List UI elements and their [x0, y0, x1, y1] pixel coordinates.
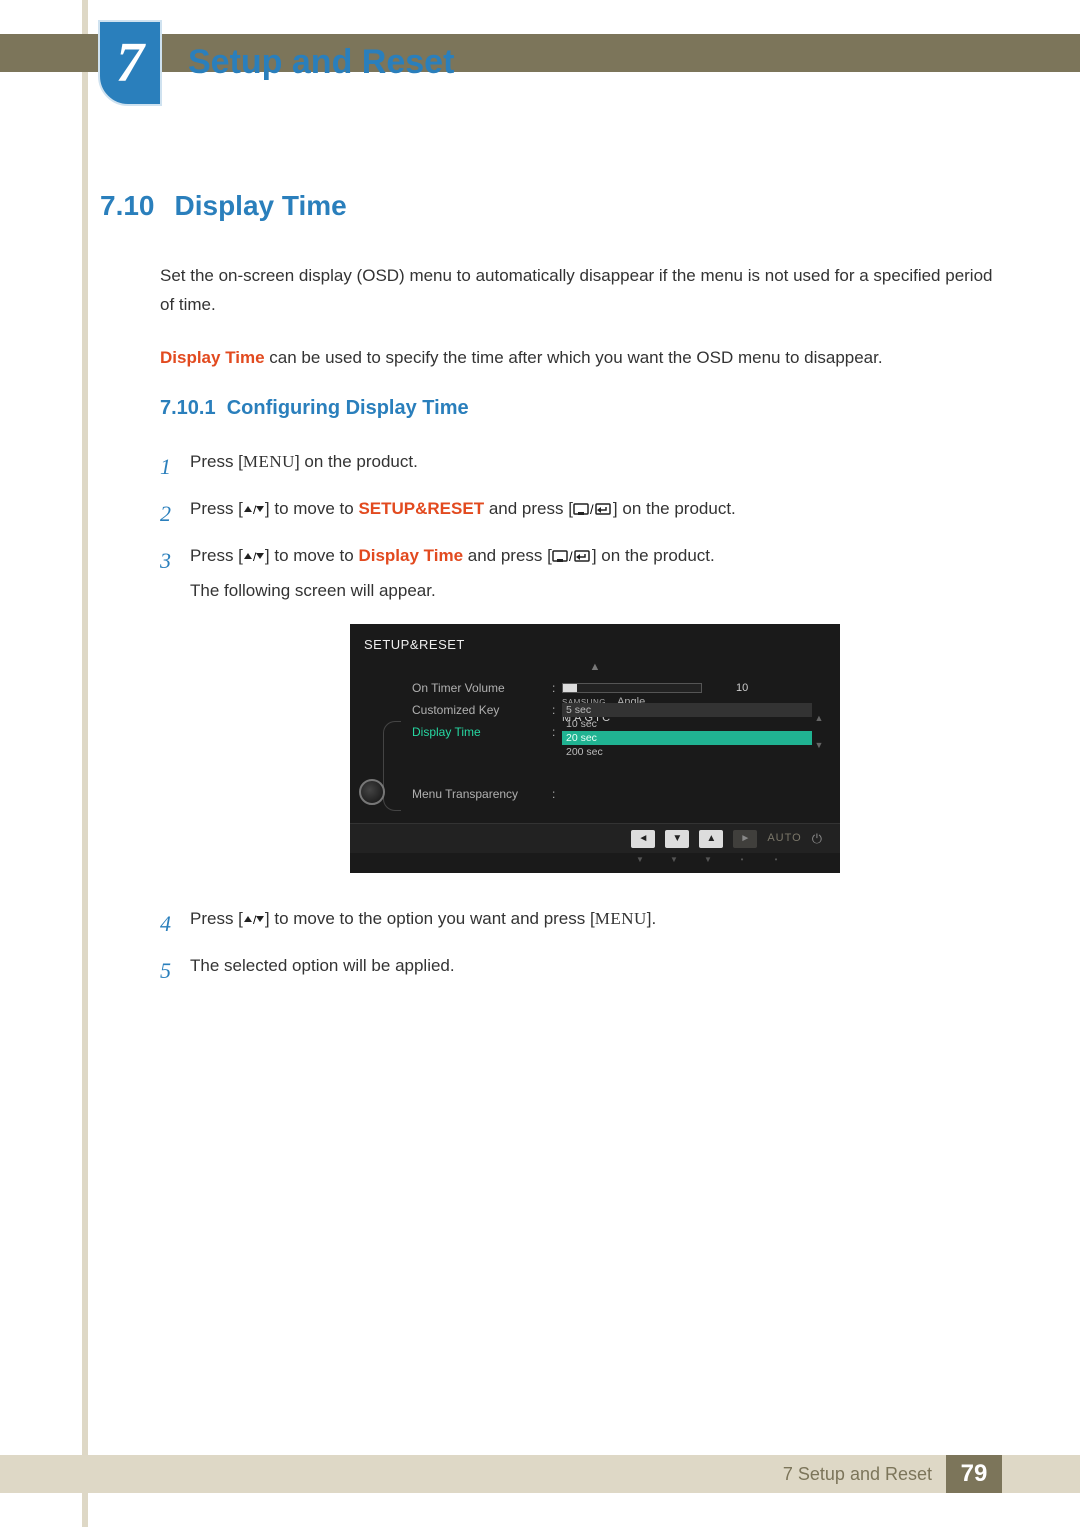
step-4: 4 Press [/] to move to the option you wa… — [160, 905, 1000, 942]
osd-option-selected: 20 sec — [562, 731, 812, 745]
svg-text:/: / — [590, 502, 594, 517]
step-2: 2 Press [/] to move to SETUP&RESET and p… — [160, 495, 1000, 532]
footer-page-number: 79 — [946, 1455, 1002, 1493]
source-enter-icon: / — [552, 548, 592, 564]
chapter-title: Setup and Reset — [188, 43, 454, 82]
osd-option: 200 sec — [562, 745, 812, 759]
nav-right-icon: ► — [733, 830, 757, 848]
osd-row-menu-transparency: Menu Transparency : — [412, 783, 826, 805]
osd-row-display-time: Display Time : 5 sec 10 sec 20 sec 200 — [412, 721, 826, 743]
osd-option: 5 sec — [562, 703, 812, 717]
osd-option: 10 sec — [562, 717, 812, 731]
step-text: Press [/] to move to SETUP&RESET and pre… — [190, 495, 1000, 524]
menu-button-label: MENU — [595, 909, 647, 928]
nav-left-icon: ◄ — [631, 830, 655, 848]
up-down-icon: / — [243, 503, 265, 517]
step-num: 3 — [160, 542, 190, 579]
step-num: 4 — [160, 905, 190, 942]
step-text: Press [/] to move to Display Time and pr… — [190, 542, 1000, 894]
keyword-displaytime: Display Time — [358, 546, 463, 565]
up-down-icon: / — [243, 913, 265, 927]
subsection-heading: 7.10.1 Configuring Display Time — [160, 397, 1000, 420]
chapter-number: 7 — [116, 35, 144, 91]
osd-dial — [364, 677, 406, 805]
footer-chapter-label: 7 Setup and Reset — [783, 1464, 932, 1485]
osd-scroll-up-icon: ▲ — [350, 662, 840, 673]
power-icon: ⏻ — [812, 828, 822, 850]
section-heading: 7.10 Display Time — [100, 190, 1000, 222]
nav-down-icon: ▼ — [665, 830, 689, 848]
step-3: 3 Press [/] to move to Display Time and … — [160, 542, 1000, 894]
keyword-display-time: Display Time — [160, 348, 265, 367]
subsection-title-text: Configuring Display Time — [227, 397, 469, 419]
step-num: 2 — [160, 495, 190, 532]
step-num: 1 — [160, 448, 190, 485]
step-text: Press [/] to move to the option you want… — [190, 905, 1000, 934]
step-num: 5 — [160, 952, 190, 989]
steps-list: 1 Press [MENU] on the product. 2 Press [… — [160, 448, 1000, 990]
osd-title: SETUP&RESET — [350, 624, 840, 662]
keyword-setupreset: SETUP&RESET — [358, 499, 484, 518]
left-accent-bar — [82, 0, 88, 1527]
step-1: 1 Press [MENU] on the product. — [160, 448, 1000, 485]
footer-bar: 7 Setup and Reset 79 — [0, 1455, 1080, 1493]
menu-button-label: MENU — [243, 452, 295, 471]
chapter-badge: 7 — [98, 20, 162, 106]
subsection-number: 7.10.1 — [160, 397, 216, 419]
nav-auto-label: AUTO — [767, 829, 801, 848]
intro-paragraph-1: Set the on-screen display (OSD) menu to … — [160, 262, 1000, 320]
svg-text:/: / — [253, 913, 257, 927]
gear-icon — [359, 779, 385, 805]
section-title-text: Display Time — [175, 190, 347, 221]
osd-panel: SETUP&RESET ▲ On Timer Volume : — [350, 624, 840, 873]
svg-text:/: / — [253, 550, 257, 564]
section-number: 7.10 — [100, 190, 155, 221]
intro-paragraph-2: Display Time can be used to specify the … — [160, 344, 1000, 373]
step-text: Press [MENU] on the product. — [190, 448, 1000, 477]
header-bar — [0, 34, 1080, 72]
osd-display-time-options: 5 sec 10 sec 20 sec 200 sec — [562, 703, 812, 759]
osd-nav-sub: ▼▼▼•• — [350, 853, 840, 873]
osd-menu: On Timer Volume : 10 Customized Key : — [406, 677, 826, 805]
step-text: The selected option will be applied. — [190, 952, 1000, 981]
page-content: 7.10 Display Time Set the on-screen displ… — [100, 190, 1000, 1000]
svg-text:/: / — [253, 503, 257, 517]
osd-nav-bar: ◄ ▼ ▲ ► AUTO ⏻ — [350, 823, 840, 853]
source-enter-icon: / — [573, 501, 613, 517]
nav-up-icon: ▲ — [699, 830, 723, 848]
up-down-icon: / — [243, 550, 265, 564]
step-5: 5 The selected option will be applied. — [160, 952, 1000, 989]
svg-text:/: / — [569, 549, 573, 564]
